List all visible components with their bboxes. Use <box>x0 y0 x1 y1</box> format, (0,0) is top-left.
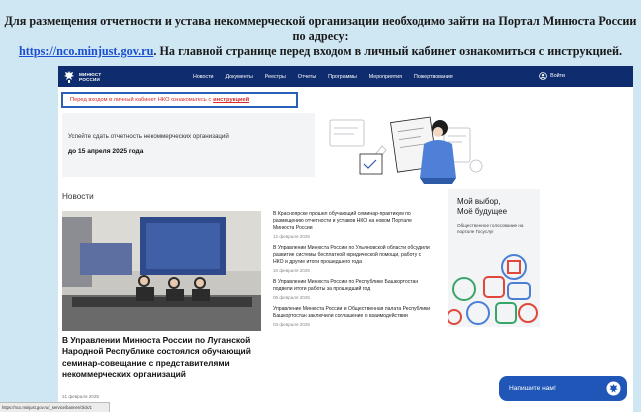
voting-promo-card[interactable]: Мой выбор, Моё будущее Общественное голо… <box>448 189 540 327</box>
banner-date: до 15 апреля 2025 года <box>68 148 144 155</box>
chat-icon <box>606 381 621 396</box>
news-item-title: В Управлении Минюста России по Ульяновск… <box>273 245 430 265</box>
portal-link[interactable]: https://nco.minjust.gov.ru <box>19 44 153 58</box>
nav-documents[interactable]: Документы <box>226 74 253 80</box>
news-photo[interactable] <box>62 211 261 331</box>
instruction-line1: Для размещения отчетности и устава неком… <box>4 14 637 43</box>
news-item-title: В Управлении Минюста России по Республик… <box>273 279 419 292</box>
news-item-date: 12 февраля 2025 <box>273 234 310 239</box>
news-item-date: 06 февраля 2025 <box>273 295 310 300</box>
top-navbar: МИНЮСТ РОССИИ Новости Документы Реестры … <box>58 66 633 87</box>
instruction-text: Для размещения отчетности и устава неком… <box>0 14 641 59</box>
news-item-title: Управление Минюста России и Общественная… <box>273 306 431 319</box>
list-item[interactable]: В Управлении Минюста России по Республик… <box>273 279 433 300</box>
notice-text: Перед входом в личный кабинет НКО ознако… <box>70 97 212 103</box>
nav-events[interactable]: Мероприятия <box>369 74 402 80</box>
notice-instruction-link[interactable]: инструкцией <box>213 97 249 103</box>
user-icon <box>539 72 547 80</box>
nav-registries[interactable]: Реестры <box>265 74 286 80</box>
status-bar-url: https://nco.minjust.gov.ru/_service/bann… <box>0 402 110 412</box>
promo-title: Мой выбор, Моё будущее <box>457 197 508 216</box>
nav-donations[interactable]: Пожертвования <box>414 74 453 80</box>
chat-button[interactable]: Напишите нам! <box>499 376 627 401</box>
list-item[interactable]: В Управлении Минюста России по Ульяновск… <box>273 245 433 273</box>
banner-text: Успейте сдать отчетность некоммерческих … <box>68 133 229 140</box>
news-item-date: 03 февраля 2025 <box>273 322 310 327</box>
promo-text: Общественное голосование на портале Госу… <box>457 223 524 235</box>
site-logo[interactable]: МИНЮСТ РОССИИ <box>63 70 193 83</box>
main-menu: Новости Документы Реестры Отчеты Програм… <box>193 74 465 80</box>
nav-reports[interactable]: Отчеты <box>298 74 316 80</box>
documents-illustration <box>316 106 496 184</box>
news-list: В Красноярске прошел обучающий семинар-п… <box>273 211 433 333</box>
chat-button-label: Напишите нам! <box>509 385 556 392</box>
login-button[interactable]: Войти <box>539 72 565 80</box>
main-news-date: 21 февраля 2025 <box>62 394 99 399</box>
nav-programs[interactable]: Программы <box>328 74 357 80</box>
login-label: Войти <box>550 73 565 79</box>
instruction-line2: . На главной странице перед входом в лич… <box>153 44 623 58</box>
news-item-date: 10 февраля 2025 <box>273 268 310 273</box>
nav-news[interactable]: Новости <box>193 74 214 80</box>
list-item[interactable]: Управление Минюста России и Общественная… <box>273 306 433 327</box>
news-item-title: В Красноярске прошел обучающий семинар-п… <box>273 211 412 231</box>
logo-line2: РОССИИ <box>79 76 101 82</box>
logo-line1: МИНЮСТ <box>79 71 102 77</box>
news-section-title: Новости <box>62 192 94 201</box>
eagle-emblem-icon <box>64 71 74 83</box>
browser-page: МИНЮСТ РОССИИ Новости Документы Реестры … <box>58 66 633 412</box>
instruction-notice: Перед входом в личный кабинет НКО ознако… <box>61 92 298 108</box>
list-item[interactable]: В Красноярске прошел обучающий семинар-п… <box>273 211 433 239</box>
main-news-title[interactable]: В Управлении Минюста России по Луганской… <box>62 335 264 381</box>
reporting-banner[interactable]: Успейте сдать отчетность некоммерческих … <box>62 113 315 177</box>
services-icons-illustration <box>448 254 538 325</box>
